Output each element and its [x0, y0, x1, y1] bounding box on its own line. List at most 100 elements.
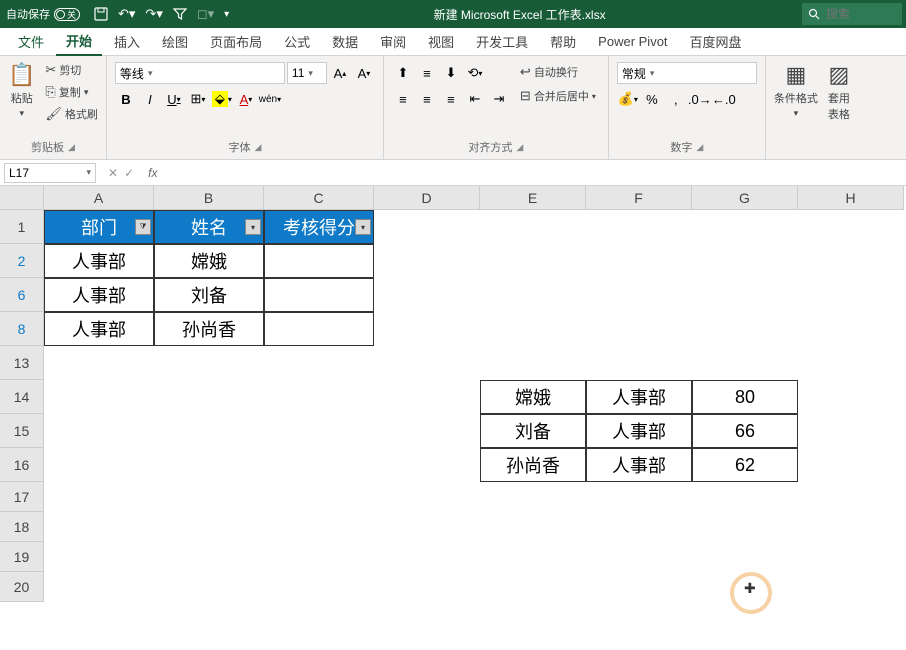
row-header-13[interactable]: 13 [0, 346, 44, 380]
font-name-select[interactable]: 等线▾ [115, 62, 285, 84]
row-header-15[interactable]: 15 [0, 414, 44, 448]
qat-customize-icon[interactable]: ▾ [224, 9, 229, 20]
font-color-button[interactable]: A▾ [235, 88, 257, 110]
row-header-19[interactable]: 19 [0, 542, 44, 572]
dec-decimal-button[interactable]: ←.0 [713, 88, 735, 110]
row-header-20[interactable]: 20 [0, 572, 44, 602]
cell-B6[interactable]: 刘备 [154, 278, 264, 312]
cell-G16[interactable]: 62 [692, 448, 798, 482]
merge-button[interactable]: ⊟合并后居中▾ [516, 86, 600, 106]
border-button[interactable]: ⊞▾ [187, 88, 209, 110]
align-right-button[interactable]: ≡ [440, 88, 462, 110]
tab-insert[interactable]: 插入 [104, 28, 150, 55]
copy-button[interactable]: ⎘复制▾ [41, 82, 102, 102]
col-header-F[interactable]: F [586, 186, 692, 210]
name-box[interactable]: L17▾ [4, 163, 96, 183]
font-size-select[interactable]: 11▾ [287, 62, 327, 84]
cut-button[interactable]: ✂剪切 [41, 60, 102, 80]
row-header-2[interactable]: 2 [0, 244, 44, 278]
align-middle-button[interactable]: ≡ [416, 62, 438, 84]
row-header-14[interactable]: 14 [0, 380, 44, 414]
redo-icon[interactable]: ↷▾ [145, 6, 162, 22]
tab-help[interactable]: 帮助 [540, 28, 586, 55]
wrap-button[interactable]: ↩自动换行 [516, 62, 600, 82]
cell-A1[interactable]: 部门⧩ [44, 210, 154, 244]
cell-A6[interactable]: 人事部 [44, 278, 154, 312]
align-left-button[interactable]: ≡ [392, 88, 414, 110]
clipboard-launcher-icon[interactable]: ◢ [68, 142, 75, 153]
row-header-16[interactable]: 16 [0, 448, 44, 482]
filter-button[interactable]: ⧩ [135, 219, 151, 235]
tab-data[interactable]: 数据 [322, 28, 368, 55]
currency-button[interactable]: 💰▾ [617, 88, 639, 110]
inc-decimal-button[interactable]: .0→ [689, 88, 711, 110]
col-header-D[interactable]: D [374, 186, 480, 210]
cell-A2[interactable]: 人事部 [44, 244, 154, 278]
cell-B1[interactable]: 姓名▾ [154, 210, 264, 244]
cancel-icon[interactable]: ✕ [108, 166, 118, 180]
tab-powerpivot[interactable]: Power Pivot [588, 30, 677, 53]
cell-E15[interactable]: 刘备 [480, 414, 586, 448]
tab-baidu[interactable]: 百度网盘 [680, 28, 752, 55]
col-header-G[interactable]: G [692, 186, 798, 210]
row-header-6[interactable]: 6 [0, 278, 44, 312]
col-header-C[interactable]: C [264, 186, 374, 210]
number-launcher-icon[interactable]: ◢ [696, 142, 703, 153]
formula-input[interactable] [163, 163, 906, 183]
cell-F14[interactable]: 人事部 [586, 380, 692, 414]
cell-C2[interactable] [264, 244, 374, 278]
indent-inc-button[interactable]: ⇥ [488, 88, 510, 110]
align-top-button[interactable]: ⬆ [392, 62, 414, 84]
fx-icon[interactable]: fx [142, 166, 163, 180]
filter-icon[interactable] [173, 7, 187, 21]
fill-color-button[interactable]: ⬙▾ [211, 88, 233, 110]
row-header-17[interactable]: 17 [0, 482, 44, 512]
cell-C6[interactable] [264, 278, 374, 312]
tab-draw[interactable]: 绘图 [152, 28, 198, 55]
col-header-H[interactable]: H [798, 186, 904, 210]
cell-G14[interactable]: 80 [692, 380, 798, 414]
cell-A8[interactable]: 人事部 [44, 312, 154, 346]
row-header-1[interactable]: 1 [0, 210, 44, 244]
italic-button[interactable]: I [139, 88, 161, 110]
underline-button[interactable]: U▾ [163, 88, 185, 110]
cond-format-button[interactable]: ▦条件格式▾ [770, 60, 822, 121]
cell-B8[interactable]: 孙尚香 [154, 312, 264, 346]
autosave-toggle[interactable]: 自动保存 关 [0, 6, 86, 22]
filter-button[interactable]: ▾ [355, 219, 371, 235]
cell-E14[interactable]: 嫦娥 [480, 380, 586, 414]
phonetic-button[interactable]: wén▾ [259, 88, 281, 110]
orientation-button[interactable]: ⟲▾ [464, 62, 486, 84]
align-bottom-button[interactable]: ⬇ [440, 62, 462, 84]
search-box[interactable] [802, 3, 902, 25]
enter-icon[interactable]: ✓ [124, 166, 134, 180]
cell-F15[interactable]: 人事部 [586, 414, 692, 448]
select-all-corner[interactable] [0, 186, 44, 210]
row-header-18[interactable]: 18 [0, 512, 44, 542]
decrease-font-button[interactable]: A▾ [353, 62, 375, 84]
search-input[interactable] [826, 7, 886, 21]
save-icon[interactable] [94, 7, 108, 21]
increase-font-button[interactable]: A▴ [329, 62, 351, 84]
comma-button[interactable]: , [665, 88, 687, 110]
col-header-A[interactable]: A [44, 186, 154, 210]
cell-G15[interactable]: 66 [692, 414, 798, 448]
tab-home[interactable]: 开始 [56, 27, 102, 56]
shape-icon[interactable]: ◻▾ [197, 6, 214, 22]
cell-C8[interactable] [264, 312, 374, 346]
cell-E16[interactable]: 孙尚香 [480, 448, 586, 482]
painter-button[interactable]: 🖌格式刷 [41, 104, 102, 124]
filter-button[interactable]: ▾ [245, 219, 261, 235]
undo-icon[interactable]: ↶▾ [118, 6, 135, 22]
table-style-button[interactable]: ▨套用 表格 [824, 60, 854, 124]
paste-button[interactable]: 📋 粘贴 ▾ [4, 60, 39, 121]
align-center-button[interactable]: ≡ [416, 88, 438, 110]
bold-button[interactable]: B [115, 88, 137, 110]
percent-button[interactable]: % [641, 88, 663, 110]
tab-view[interactable]: 视图 [418, 28, 464, 55]
tab-review[interactable]: 审阅 [370, 28, 416, 55]
cell-C1[interactable]: 考核得分▾ [264, 210, 374, 244]
number-format-select[interactable]: 常规▾ [617, 62, 757, 84]
cell-F16[interactable]: 人事部 [586, 448, 692, 482]
col-header-B[interactable]: B [154, 186, 264, 210]
